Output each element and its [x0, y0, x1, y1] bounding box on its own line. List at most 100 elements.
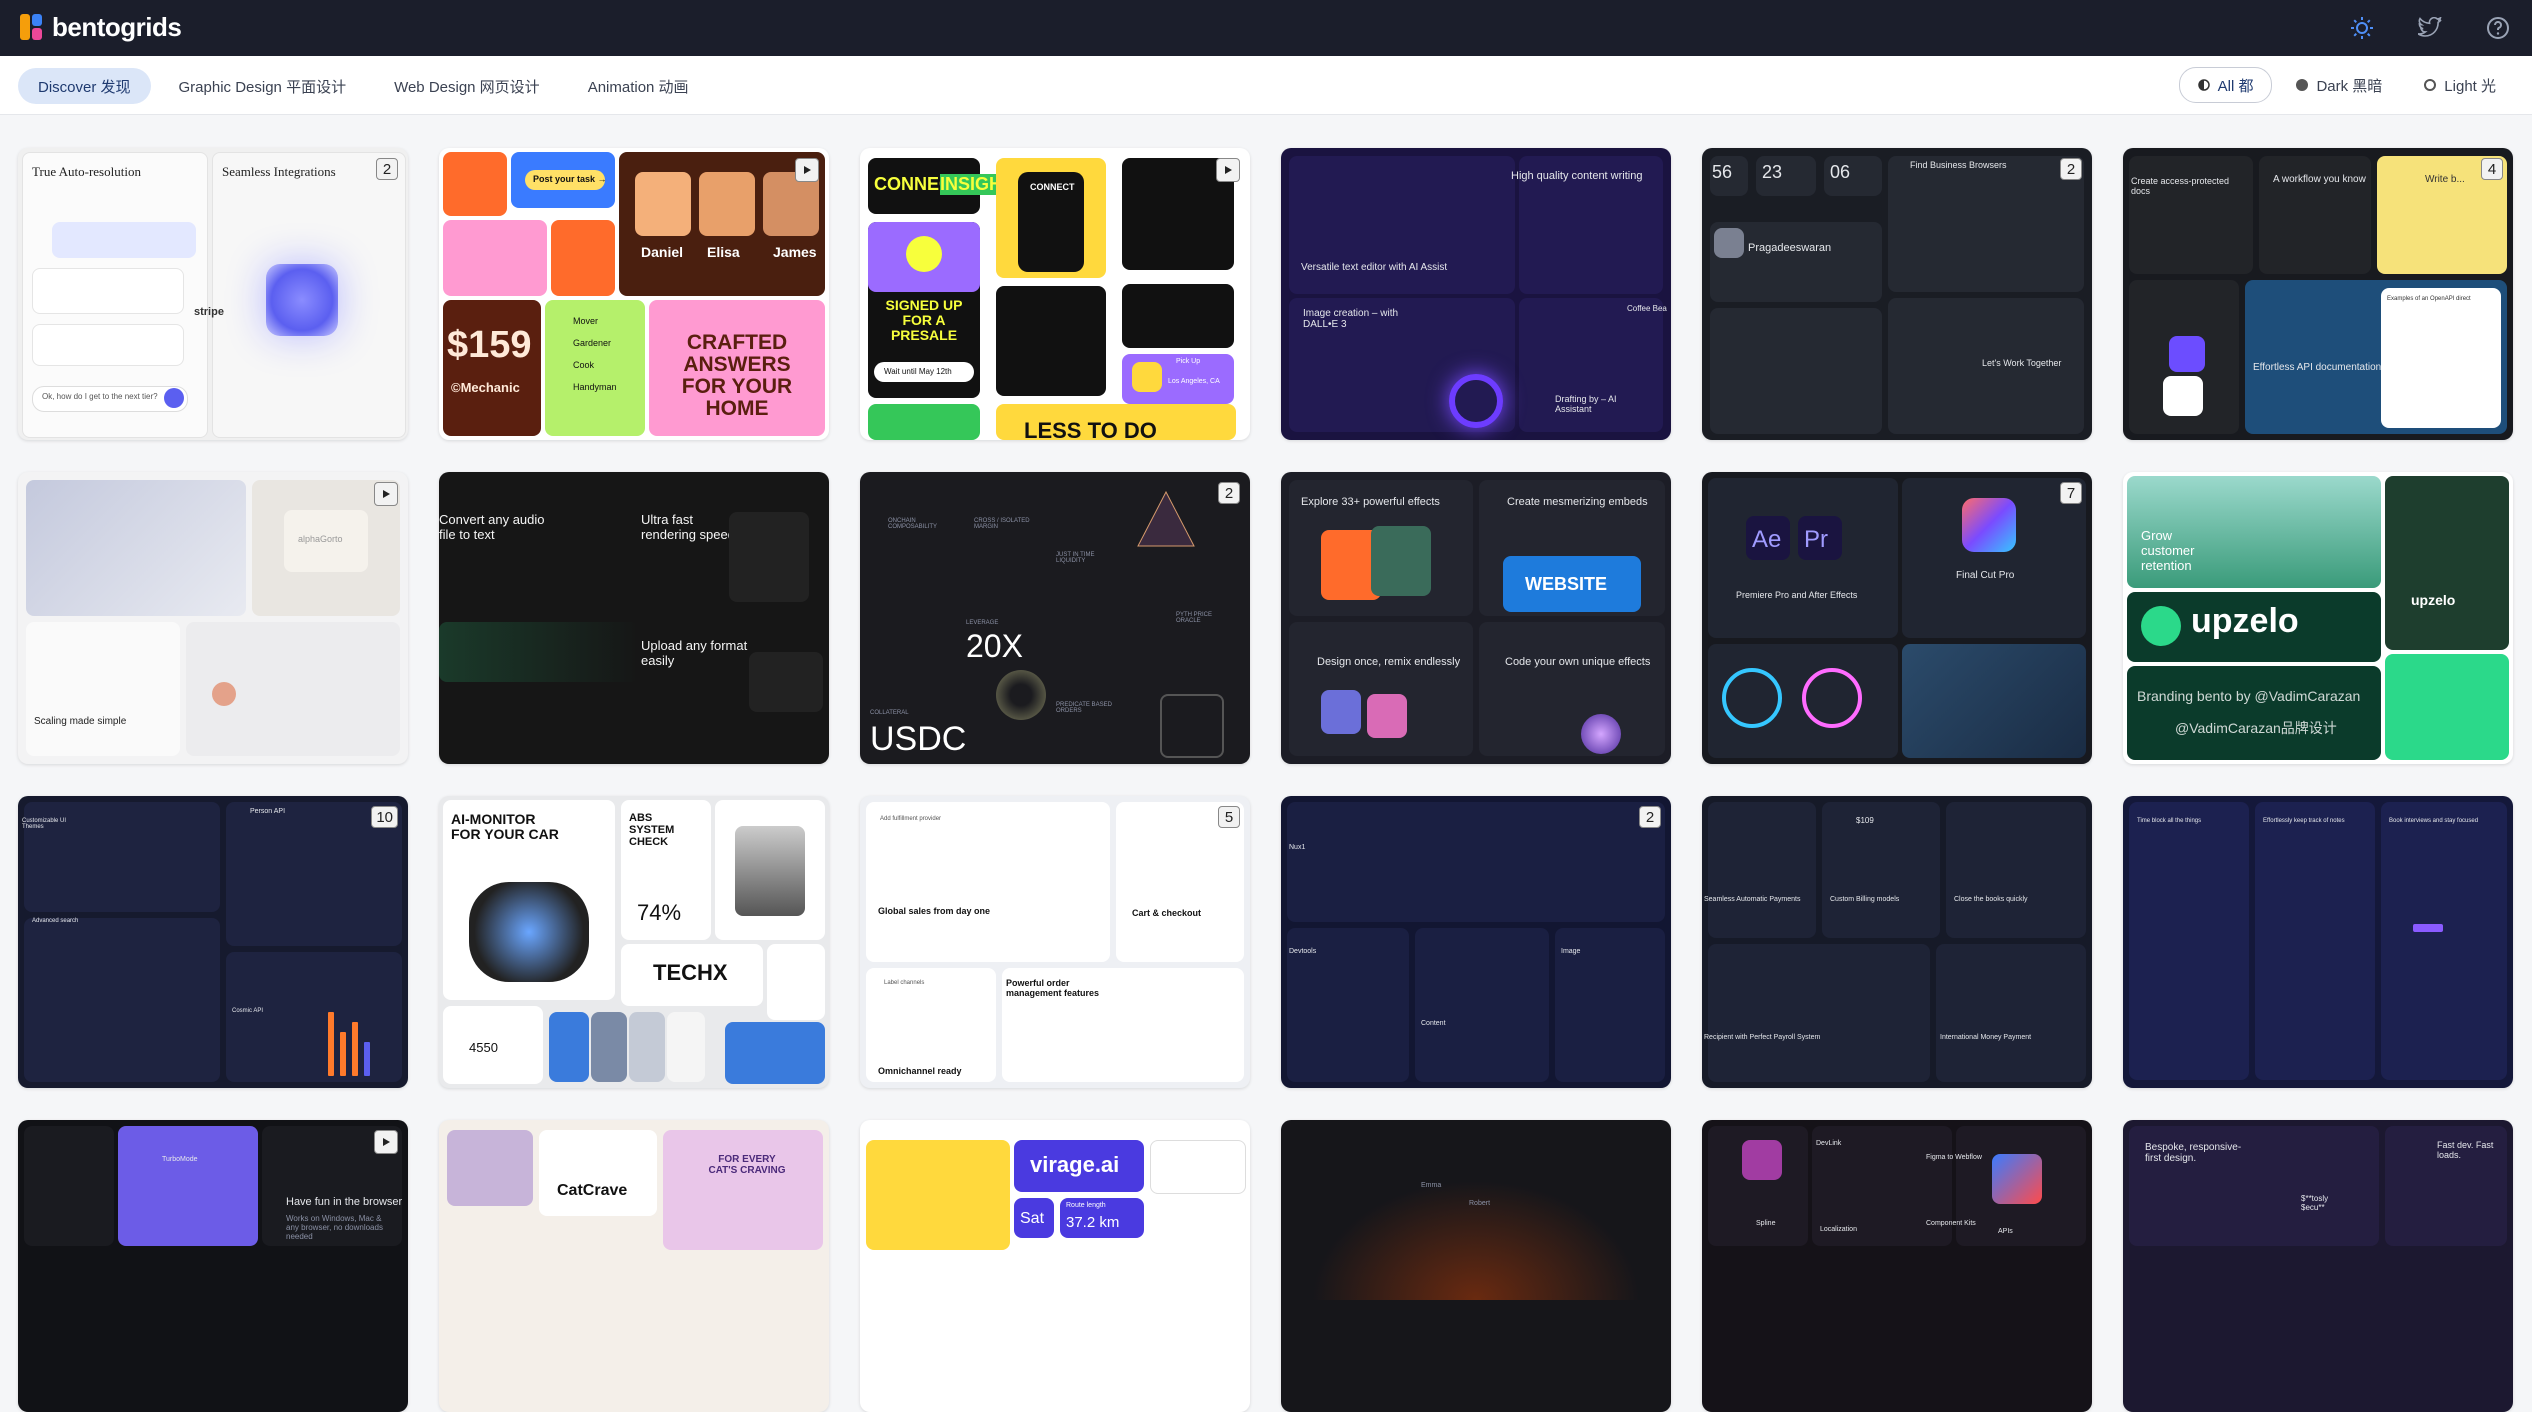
bento-card-scaling[interactable]: alphaGorto Scaling made simple: [18, 472, 408, 764]
role-item: Gardener: [573, 338, 612, 348]
watermark-credit: Branding bento by @VadimCarazan: [2137, 688, 2361, 704]
bento-logo-icon: [20, 10, 44, 44]
image-count-badge: 2: [1639, 806, 1661, 828]
pickup-label: Pick Up: [1176, 358, 1201, 365]
pyramid-graphic: [1137, 490, 1195, 547]
bento-card-payments[interactable]: Seamless Automatic Payments $109 Custom …: [1702, 796, 2092, 1088]
feature-title: Figma to Webflow: [1926, 1154, 1982, 1161]
premiere-icon: Pr: [1804, 526, 1828, 553]
feature-title: Final Cut Pro: [1956, 570, 2015, 581]
feature-title: Write b...: [2425, 174, 2465, 185]
role-item: Handyman: [573, 382, 617, 392]
help-icon[interactable]: [2484, 14, 2512, 42]
bento-grid: True Auto-resolution Seamless Integratio…: [18, 148, 2513, 1412]
half-circle-icon: [2197, 79, 2210, 91]
feature-title: Powerful order management features: [1006, 978, 1100, 998]
mode-light-button[interactable]: Light 光: [2406, 68, 2514, 102]
connect-small-label: CONNECT: [1030, 182, 1075, 192]
feature-title: International Money Payment: [1940, 1034, 2032, 1041]
route-distance: 37.2 km: [1066, 1214, 1120, 1231]
bento-card-creative-apps[interactable]: Ae Pr Premiere Pro and After Effects Fin…: [1702, 472, 2092, 764]
feature-title: Effortless API documentation: [2253, 362, 2382, 373]
location-label: Los Angeles, CA: [1168, 378, 1220, 385]
panel-label: Add fulfillment provider: [880, 816, 942, 822]
tab-discover[interactable]: Discover 发现: [18, 68, 151, 104]
sun-icon[interactable]: [2348, 14, 2376, 42]
virage-brand: virage.ai: [1030, 1152, 1120, 1177]
bento-card-presale[interactable]: CONNECT INSIGH CONNECT SIGNED UP FOR A P…: [860, 148, 1250, 440]
feature-title: Drafting by – AI Assistant: [1555, 394, 1617, 414]
play-icon: [795, 158, 819, 182]
image-count-badge: 2: [1218, 482, 1240, 504]
bento-card-api-suite[interactable]: Customizable UI Themes Advanced search P…: [18, 796, 408, 1088]
feature-title: $**tosly $ecu**: [2301, 1194, 2329, 1212]
feature-title: Versatile text editor with AI Assist: [1301, 262, 1448, 273]
upzelo-brand: upzelo: [2191, 602, 2299, 640]
bento-card-browser-fun[interactable]: TurboMode Have fun in the browser Works …: [18, 1120, 408, 1412]
brand-logo[interactable]: bentogrids: [20, 10, 182, 44]
bento-card-audio-transcribe[interactable]: Convert any audio file to text Ultra fas…: [439, 472, 829, 764]
bento-card-catcrave[interactable]: CatCrave FOR EVERY CAT'S CRAVING: [439, 1120, 829, 1412]
feature-title: Convert any audio file to text: [439, 512, 545, 542]
feature-title: Global sales from day one: [878, 906, 991, 916]
bento-card-commerce[interactable]: Add fulfillment provider Global sales fr…: [860, 796, 1250, 1088]
feature-title: Advanced search: [32, 918, 79, 924]
feature-title: Customizable UI Themes: [22, 818, 67, 830]
twitter-icon[interactable]: [2416, 14, 2444, 42]
brand-name: bentogrids: [52, 11, 182, 42]
feature-title: Fast dev. Fast loads.: [2437, 1140, 2494, 1160]
image-count-badge: 2: [376, 158, 398, 180]
bento-card-usdc[interactable]: ONCHAIN COMPOSABILITY CROSS / ISOLATED M…: [860, 472, 1250, 764]
bento-card-ai-writer[interactable]: Versatile text editor with AI Assist Hig…: [1281, 148, 1671, 440]
mode-all-button[interactable]: All 都: [2178, 67, 2273, 103]
gauge-value: 4550: [469, 1040, 498, 1055]
tab-animation[interactable]: Animation 动画: [568, 68, 709, 104]
feature-title: Localization: [1820, 1226, 1857, 1233]
mode-dark-button[interactable]: Dark 黑暗: [2278, 68, 2400, 102]
bento-card-mechanic[interactable]: Post your task → Daniel Elisa James $159…: [439, 148, 829, 440]
bento-card-effects[interactable]: Explore 33+ powerful effects Create mesm…: [1281, 472, 1671, 764]
feature-title: Content: [1421, 1020, 1446, 1027]
top-navigation-bar: bentogrids: [0, 0, 2532, 56]
bento-card-scheduling[interactable]: Time block all the things Effortlessly k…: [2123, 796, 2513, 1088]
feature-title: High quality content writing: [1511, 170, 1643, 182]
bento-card-nuxt[interactable]: Nux1 Devtools Content Image 2: [1281, 796, 1671, 1088]
tab-graphic-design[interactable]: Graphic Design 平面设计: [159, 68, 367, 104]
bento-card-upzelo[interactable]: Grow customer retention upzelo upzelo Br…: [2123, 472, 2513, 764]
feature-title: Have fun in the browser: [286, 1196, 403, 1208]
after-effects-icon: Ae: [1752, 526, 1782, 553]
profile-name: Pragadeeswaran: [1748, 242, 1832, 254]
bento-card-auto-resolution[interactable]: True Auto-resolution Seamless Integratio…: [18, 148, 408, 440]
card-title: Seamless Integrations: [222, 164, 336, 179]
bento-card-api-docs[interactable]: Create access-protected docs A workflow …: [2123, 148, 2513, 440]
stat-value: 23: [1762, 162, 1783, 182]
catcrave-brand: CatCrave: [557, 1182, 628, 1199]
feature-label: PREDICATE BASED ORDERS: [1056, 702, 1112, 714]
day-label: Sat: [1020, 1210, 1045, 1227]
bento-card-webflow[interactable]: Spline DevLink Localization Figma to Web…: [1702, 1120, 2092, 1412]
person-name: Daniel: [641, 244, 684, 260]
filter-bar: Discover 发现 Graphic Design 平面设计 Web Desi…: [0, 56, 2532, 115]
bento-card-orange-glow[interactable]: Emma Robert: [1281, 1120, 1671, 1412]
tab-web-design[interactable]: Web Design 网页设计: [374, 68, 560, 104]
feature-title: AI-MONITOR FOR YOUR CAR: [451, 811, 559, 842]
techx-brand: TECHX: [653, 960, 728, 985]
feature-title: Recipient with Perfect Payroll System: [1704, 1034, 1821, 1041]
feature-title: Design once, remix endlessly: [1317, 656, 1461, 668]
bento-card-profile-dashboard[interactable]: 56 23 06 Pragadeeswaran Find Business Br…: [1702, 148, 2092, 440]
image-count-badge: 2: [2060, 158, 2082, 180]
feature-title: APIs: [1998, 1228, 2013, 1235]
empty-circle-icon: [2424, 79, 2437, 91]
bento-card-techx[interactable]: AI-MONITOR FOR YOUR CAR ABS SYSTEM CHECK…: [439, 796, 829, 1088]
feature-title: Create mesmerizing embeds: [1507, 496, 1648, 508]
image-count-badge: 5: [1218, 806, 1240, 828]
website-label: WEBSITE: [1525, 574, 1608, 594]
feature-label: ONCHAIN COMPOSABILITY: [888, 518, 938, 530]
feature-label: JUST IN TIME LIQUIDITY: [1056, 552, 1095, 564]
feature-title: Custom Billing models: [1830, 896, 1900, 903]
bento-card-virage[interactable]: virage.ai Sat Route length 37.2 km: [860, 1120, 1250, 1412]
person-name: Elisa: [707, 244, 740, 260]
feature-title: Nux1: [1289, 844, 1306, 851]
image-count-badge: 7: [2060, 482, 2082, 504]
bento-card-bespoke[interactable]: Bespoke, responsive-first design. Fast d…: [2123, 1120, 2513, 1412]
